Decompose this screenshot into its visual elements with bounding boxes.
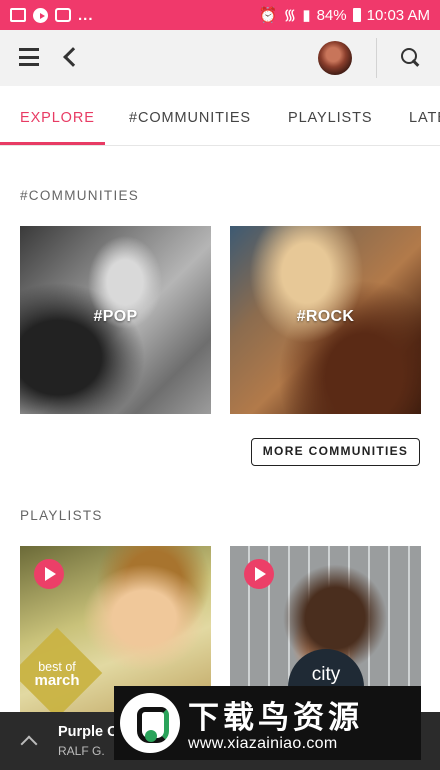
community-tile-rock[interactable]: #ROCK <box>230 226 421 414</box>
image-icon <box>10 8 26 22</box>
app-screen: ... ⏰ ᯾ ▮ 84% 10:03 AM EXPLORE #COMMUNIT… <box>0 0 440 770</box>
play-circle-icon <box>33 7 48 23</box>
battery-percent: 84% <box>316 6 347 24</box>
more-communities-button[interactable]: MORE COMMUNITIES <box>251 438 420 466</box>
tab-explore[interactable]: EXPLORE <box>20 110 95 126</box>
chat-icon <box>55 8 71 22</box>
app-toolbar <box>0 30 440 86</box>
alarm-icon: ⏰ <box>258 7 278 24</box>
tab-playlists[interactable]: PLAYLISTS <box>288 110 372 126</box>
signal-icon: ▮ <box>302 7 311 24</box>
communities-heading: #COMMUNITIES <box>20 188 140 203</box>
battery-icon <box>352 8 361 22</box>
watermark-name: 下载鸟资源 <box>188 700 363 735</box>
playlist-badge-text: city <box>311 664 341 685</box>
back-arrow-icon[interactable] <box>63 47 83 67</box>
search-icon[interactable] <box>401 48 421 68</box>
playlists-heading: PLAYLISTS <box>20 508 103 523</box>
wifi-icon: ᯾ <box>283 7 297 24</box>
community-tile-pop[interactable]: #POP <box>20 226 211 414</box>
status-bar: ... ⏰ ᯾ ▮ 84% 10:03 AM <box>0 0 440 30</box>
clock: 10:03 AM <box>366 6 430 24</box>
watermark-url: www.xiazainiao.com <box>188 735 338 752</box>
tab-latest[interactable]: LATE <box>409 110 440 126</box>
community-tile-label: #ROCK <box>296 308 355 325</box>
watermark: 下载鸟资源 www.xiazainiao.com <box>114 686 421 760</box>
badge-line-2: march <box>34 672 80 689</box>
community-tile-label: #POP <box>93 308 138 325</box>
status-bar-notifications: ... <box>10 7 94 24</box>
active-tab-indicator <box>0 142 105 145</box>
toolbar-divider <box>376 38 377 78</box>
status-bar-system: ⏰ ᯾ ▮ 84% 10:03 AM <box>259 5 430 25</box>
track-artist: RALF G. <box>58 744 105 758</box>
bird-logo-icon <box>120 693 180 753</box>
playlist-badge-text: best of march <box>20 661 94 689</box>
chevron-up-icon[interactable] <box>20 735 38 753</box>
play-icon[interactable] <box>34 559 64 589</box>
avatar[interactable] <box>318 41 352 75</box>
more-notifications-indicator: ... <box>78 6 94 24</box>
tab-bar: EXPLORE #COMMUNITIES PLAYLISTS LATE <box>0 86 440 146</box>
play-icon[interactable] <box>244 559 274 589</box>
menu-icon[interactable] <box>19 48 39 66</box>
tab-communities[interactable]: #COMMUNITIES <box>129 110 251 126</box>
track-title: Purple C <box>58 724 118 740</box>
